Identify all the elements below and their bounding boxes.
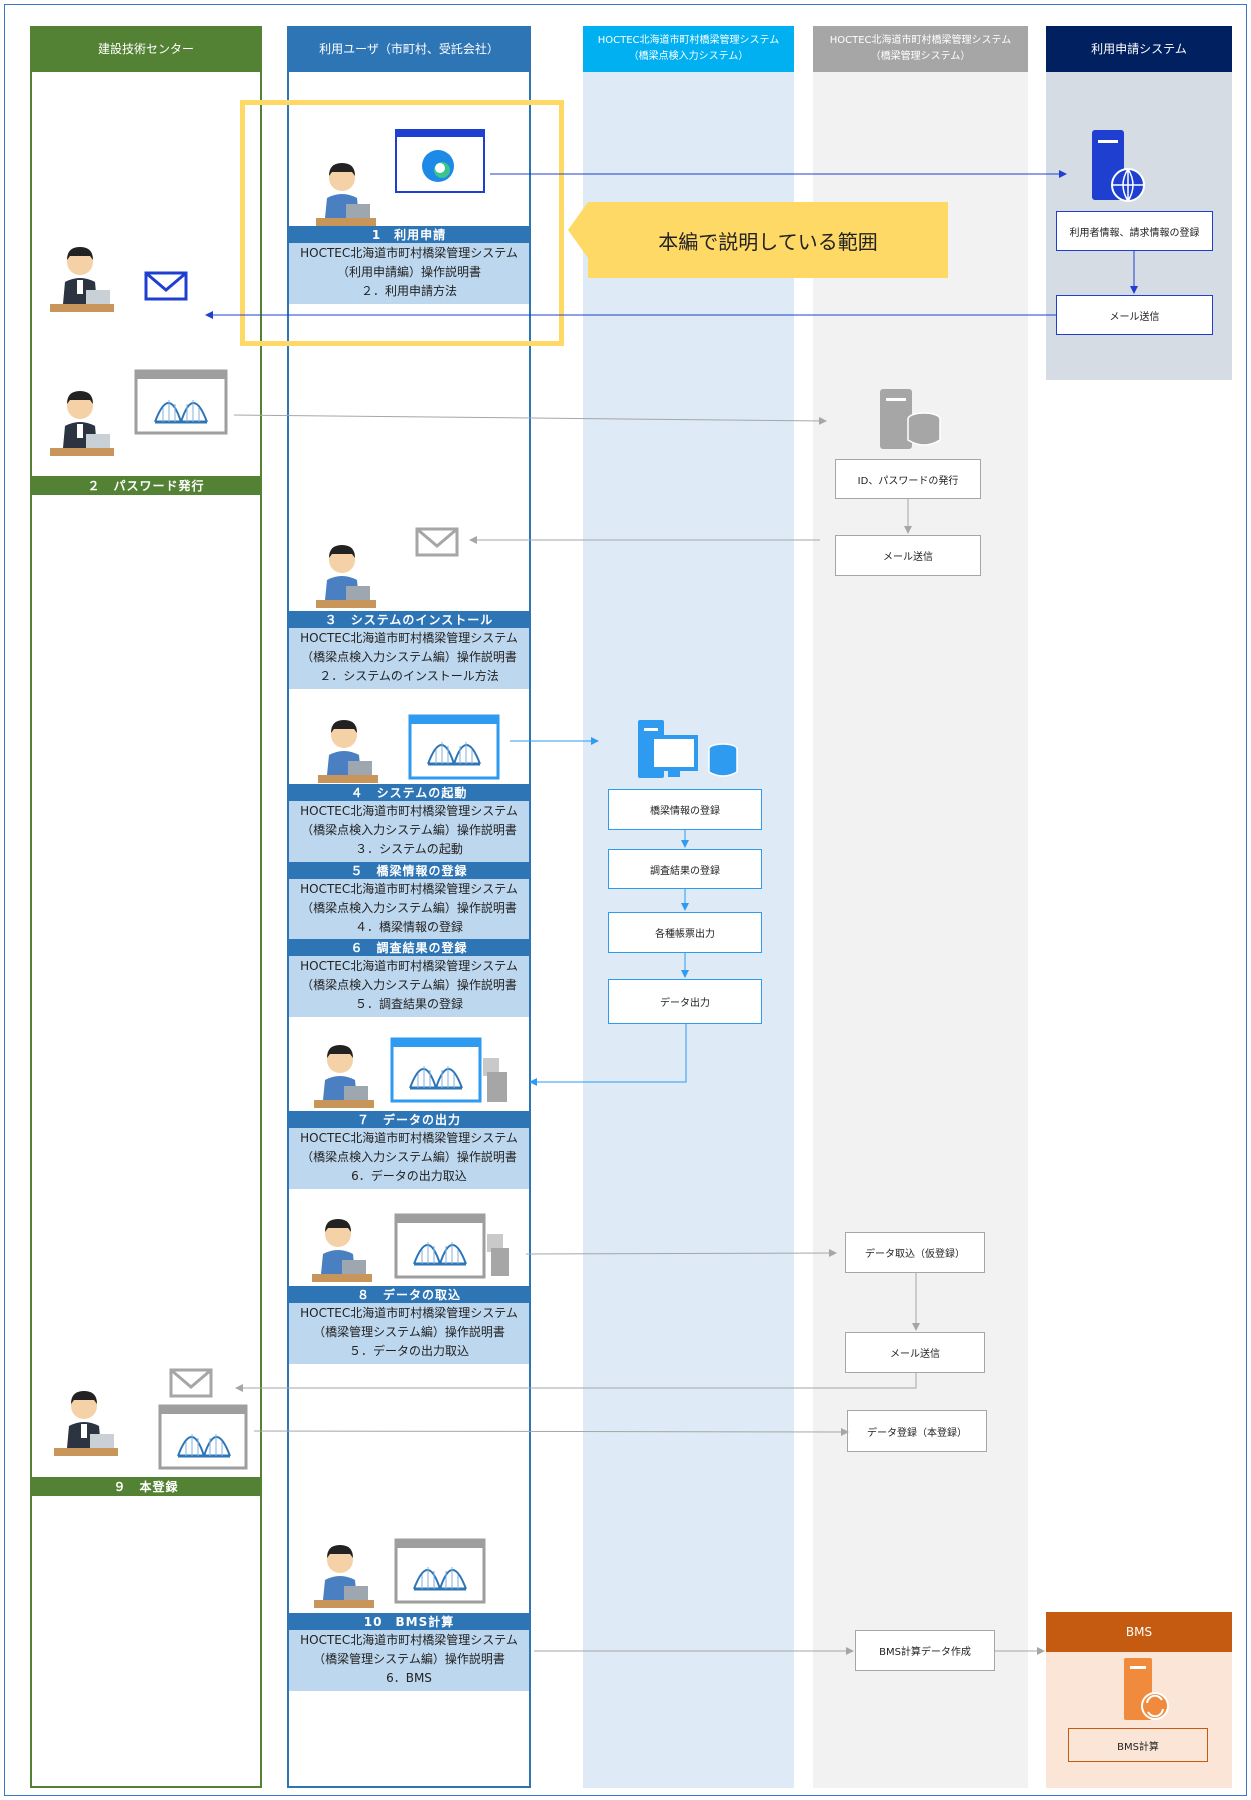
web-server-icon [1092,130,1145,202]
center-staff-icon [50,247,114,312]
bridge-app-window-icon [408,714,500,780]
bridge-window-icon [134,369,228,435]
user-person-icon-4 [318,720,378,783]
bms-server-icon [1124,1658,1169,1720]
mail-envelope-icon-9 [169,1368,213,1398]
user-person-icon-8 [312,1219,372,1282]
flow-overlay [50,129,1169,1720]
register-window-icon [158,1404,248,1470]
bms-window-icon [394,1538,486,1604]
user-person-icon-3 [316,545,376,608]
mail-envelope-icon-3 [415,527,459,557]
mail-envelope-icon [144,271,188,301]
data-output-window-icon [390,1037,507,1103]
center-staff-icon-2 [50,391,114,456]
user-person-icon [316,163,376,226]
desktop-db-icon [638,720,738,778]
center-staff-icon-9 [54,1391,118,1456]
user-person-icon-10 [314,1545,374,1608]
database-server-icon [880,389,941,449]
data-import-window-icon [394,1213,509,1279]
user-person-icon-7 [314,1045,374,1108]
browser-window-icon [395,129,485,193]
